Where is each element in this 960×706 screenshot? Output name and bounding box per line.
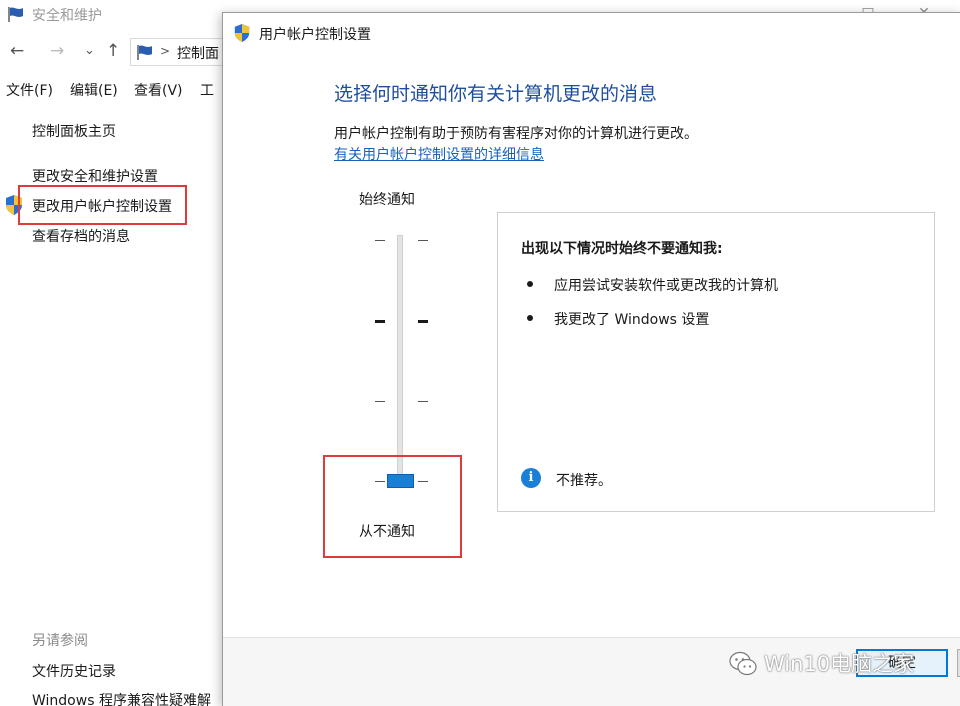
bg-window-title: 安全和维护	[32, 8, 102, 24]
info-panel: 出现以下情况时始终不要通知我: 应用尝试安装软件或更改我的计算机 我更改了 Wi…	[497, 212, 935, 512]
info-item: 应用尝试安装软件或更改我的计算机	[554, 278, 778, 294]
shield-icon	[234, 24, 250, 42]
dialog-description: 用户帐户控制有助于预防有害程序对你的计算机进行更改。	[334, 126, 698, 142]
highlight-box	[18, 185, 187, 225]
wechat-icon	[729, 651, 757, 676]
breadcrumb-item[interactable]: 控制面	[177, 43, 219, 63]
flag-icon	[137, 45, 152, 60]
menu-tools[interactable]: 工	[200, 80, 214, 100]
menu-view[interactable]: 查看(V)	[134, 80, 183, 100]
recent-dropdown-icon[interactable]: ⌄	[84, 40, 95, 62]
uac-settings-dialog: 用户帐户控制设置 选择何时通知你有关计算机更改的消息 用户帐户控制有助于预防有害…	[222, 12, 960, 706]
sidebar-item-archived-messages[interactable]: 查看存档的消息	[32, 226, 130, 246]
slider-tick	[418, 240, 428, 241]
up-arrow-icon[interactable]: ↑	[106, 40, 120, 62]
see-also-heading: 另请参阅	[32, 633, 88, 649]
sidebar-item-compatibility[interactable]: Windows 程序兼容性疑难解	[32, 690, 211, 706]
slider-tick	[418, 320, 428, 323]
info-heading: 出现以下情况时始终不要通知我:	[521, 241, 723, 257]
slider-tick	[375, 240, 385, 241]
chevron-right-icon: >	[160, 44, 171, 58]
forward-arrow-icon[interactable]: →	[50, 40, 64, 62]
slider-tick	[418, 401, 428, 402]
info-item: 我更改了 Windows 设置	[554, 312, 710, 328]
back-arrow-icon[interactable]: ←	[10, 40, 24, 62]
sidebar-item-change-security[interactable]: 更改安全和维护设置	[32, 166, 158, 186]
dialog-title: 用户帐户控制设置	[259, 27, 371, 43]
sidebar-item-home[interactable]: 控制面板主页	[32, 121, 116, 141]
dialog-titlebar: 用户帐户控制设置	[223, 13, 960, 53]
watermark-text: Win10电脑之家	[764, 652, 915, 676]
bullet-icon	[527, 281, 533, 287]
highlight-box	[323, 455, 462, 558]
menu-file[interactable]: 文件(F)	[6, 80, 53, 100]
slider-tick	[375, 320, 385, 323]
slider-tick	[375, 401, 385, 402]
bullet-icon	[527, 315, 533, 321]
page-title: 选择何时通知你有关计算机更改的消息	[334, 83, 658, 105]
flag-icon	[8, 7, 23, 22]
notification-slider-track[interactable]	[397, 235, 403, 485]
info-note: 不推荐。	[556, 473, 612, 489]
uac-details-link[interactable]: 有关用户帐户控制设置的详细信息	[334, 144, 544, 164]
slider-top-label: 始终通知	[359, 192, 415, 208]
info-icon: i	[521, 468, 541, 488]
sidebar-item-file-history[interactable]: 文件历史记录	[32, 661, 116, 681]
menu-edit[interactable]: 编辑(E)	[70, 80, 118, 100]
watermark: Win10电脑之家	[728, 648, 938, 682]
footer-divider	[223, 637, 960, 638]
